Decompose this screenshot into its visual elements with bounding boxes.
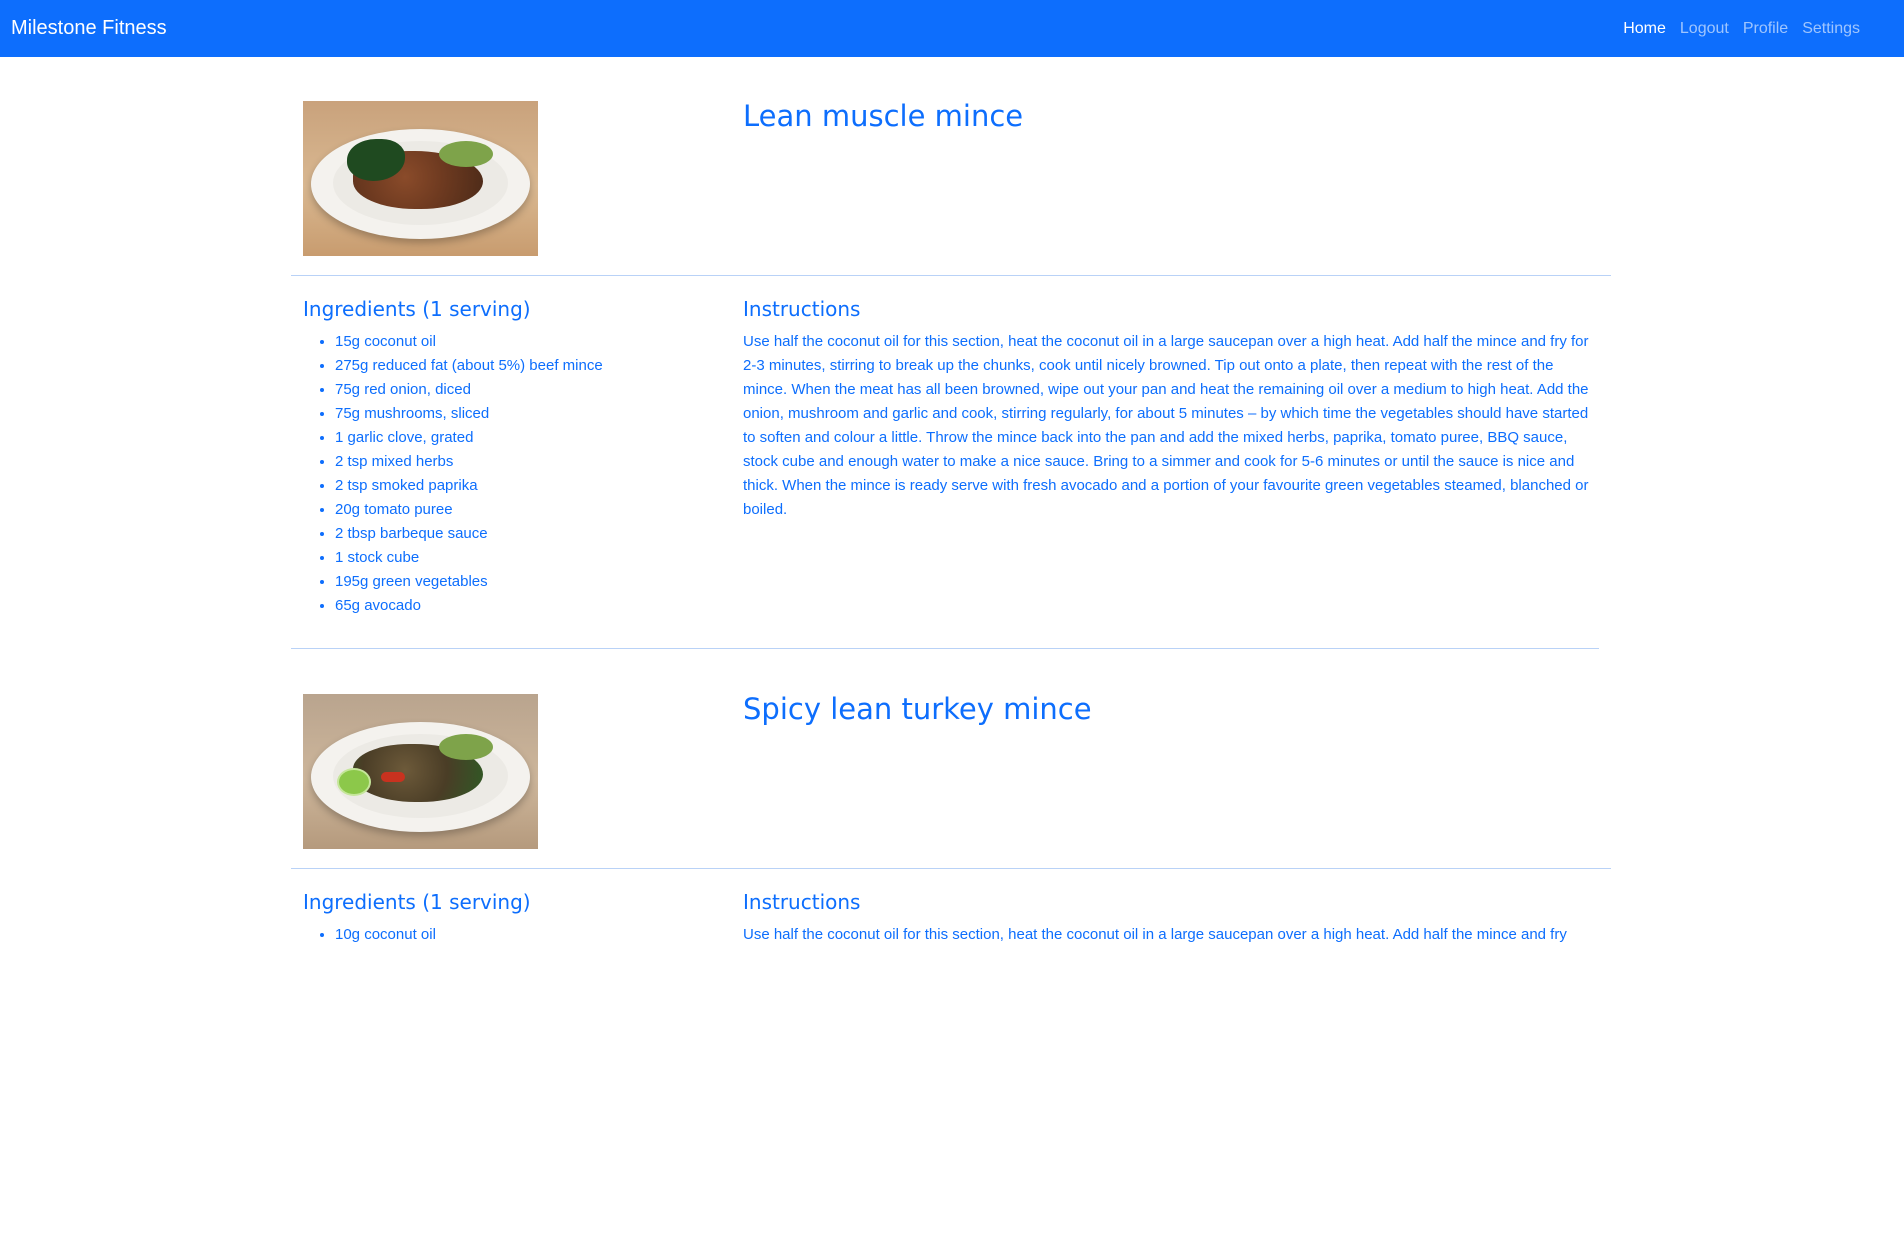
- lime-shape: [337, 768, 371, 796]
- recipe-card: Lean muscle mince Ingredients (1 serving…: [0, 57, 1904, 650]
- ingredients-heading: Ingredients (1 serving): [303, 890, 531, 914]
- ingredient-item: 10g coconut oil: [335, 923, 436, 947]
- ingredient-item: 2 tsp mixed herbs: [335, 450, 603, 474]
- recipe-details: Ingredients (1 serving) 10g coconut oil …: [0, 869, 1904, 1243]
- ingredient-item: 1 garlic clove, grated: [335, 426, 603, 450]
- ingredient-item: 20g tomato puree: [335, 498, 603, 522]
- brand-link[interactable]: Milestone Fitness: [11, 17, 167, 40]
- recipe-details: Ingredients (1 serving) 15g coconut oil2…: [0, 276, 1904, 650]
- ingredient-item: 15g coconut oil: [335, 330, 603, 354]
- nav-link-profile[interactable]: Profile: [1736, 20, 1795, 38]
- recipe-list: Lean muscle mince Ingredients (1 serving…: [0, 57, 1904, 1243]
- ingredient-item: 195g green vegetables: [335, 570, 603, 594]
- ingredient-item: 2 tsp smoked paprika: [335, 474, 603, 498]
- ingredient-item: 1 stock cube: [335, 546, 603, 570]
- ingredient-item: 2 tbsp barbeque sauce: [335, 522, 603, 546]
- plate-shape: [311, 129, 530, 239]
- recipe-divider: [291, 648, 1599, 649]
- recipe-header: Spicy lean turkey mince: [0, 650, 1904, 869]
- recipe-header: Lean muscle mince: [0, 57, 1904, 276]
- recipe-image: [303, 101, 538, 256]
- ingredients-heading: Ingredients (1 serving): [303, 297, 531, 321]
- ingredients-list: 10g coconut oil: [335, 923, 436, 947]
- ingredient-item: 75g red onion, diced: [335, 378, 603, 402]
- nav-link-logout[interactable]: Logout: [1673, 20, 1736, 38]
- nav-link-home[interactable]: Home: [1616, 20, 1673, 38]
- ingredient-item: 275g reduced fat (about 5%) beef mince: [335, 354, 603, 378]
- nav-links: Home Logout Profile Settings: [1616, 20, 1867, 38]
- instructions-heading: Instructions: [743, 297, 861, 321]
- plate-shape: [311, 722, 530, 832]
- recipe-title: Spicy lean turkey mince: [743, 692, 1092, 726]
- instructions-heading: Instructions: [743, 890, 861, 914]
- ingredient-item: 65g avocado: [335, 594, 603, 618]
- ingredients-list: 15g coconut oil275g reduced fat (about 5…: [335, 330, 603, 618]
- nav-link-settings[interactable]: Settings: [1795, 20, 1867, 38]
- pepper-shape: [381, 772, 405, 782]
- top-navbar: Milestone Fitness Home Logout Profile Se…: [0, 0, 1904, 57]
- ingredient-item: 75g mushrooms, sliced: [335, 402, 603, 426]
- recipe-card: Spicy lean turkey mince Ingredients (1 s…: [0, 650, 1904, 1243]
- instructions-text: Use half the coconut oil for this sectio…: [743, 926, 1567, 943]
- recipe-title: Lean muscle mince: [743, 99, 1024, 133]
- avocado-shape: [439, 734, 493, 760]
- recipe-image: [303, 694, 538, 849]
- instructions-text: Use half the coconut oil for this sectio…: [743, 333, 1589, 518]
- avocado-shape: [439, 141, 493, 167]
